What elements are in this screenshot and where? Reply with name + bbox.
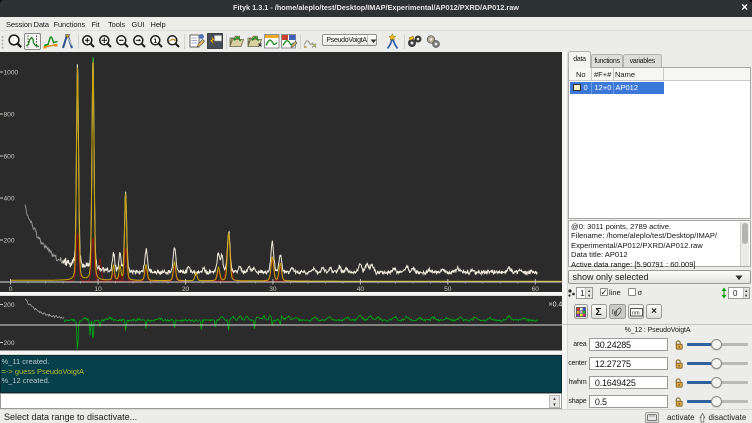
- svg-text:200: 200: [4, 302, 15, 309]
- svg-text:×0.4: ×0.4: [549, 302, 563, 309]
- svg-text:400: 400: [4, 195, 15, 202]
- svg-text:600: 600: [4, 153, 15, 160]
- svg-text:1: 1: [153, 37, 157, 44]
- svg-text:nm: nm: [632, 310, 640, 316]
- svg-text:200: 200: [4, 340, 15, 347]
- svg-text:200: 200: [4, 237, 15, 244]
- svg-text:1000: 1000: [4, 69, 19, 76]
- svg-text:800: 800: [4, 111, 15, 118]
